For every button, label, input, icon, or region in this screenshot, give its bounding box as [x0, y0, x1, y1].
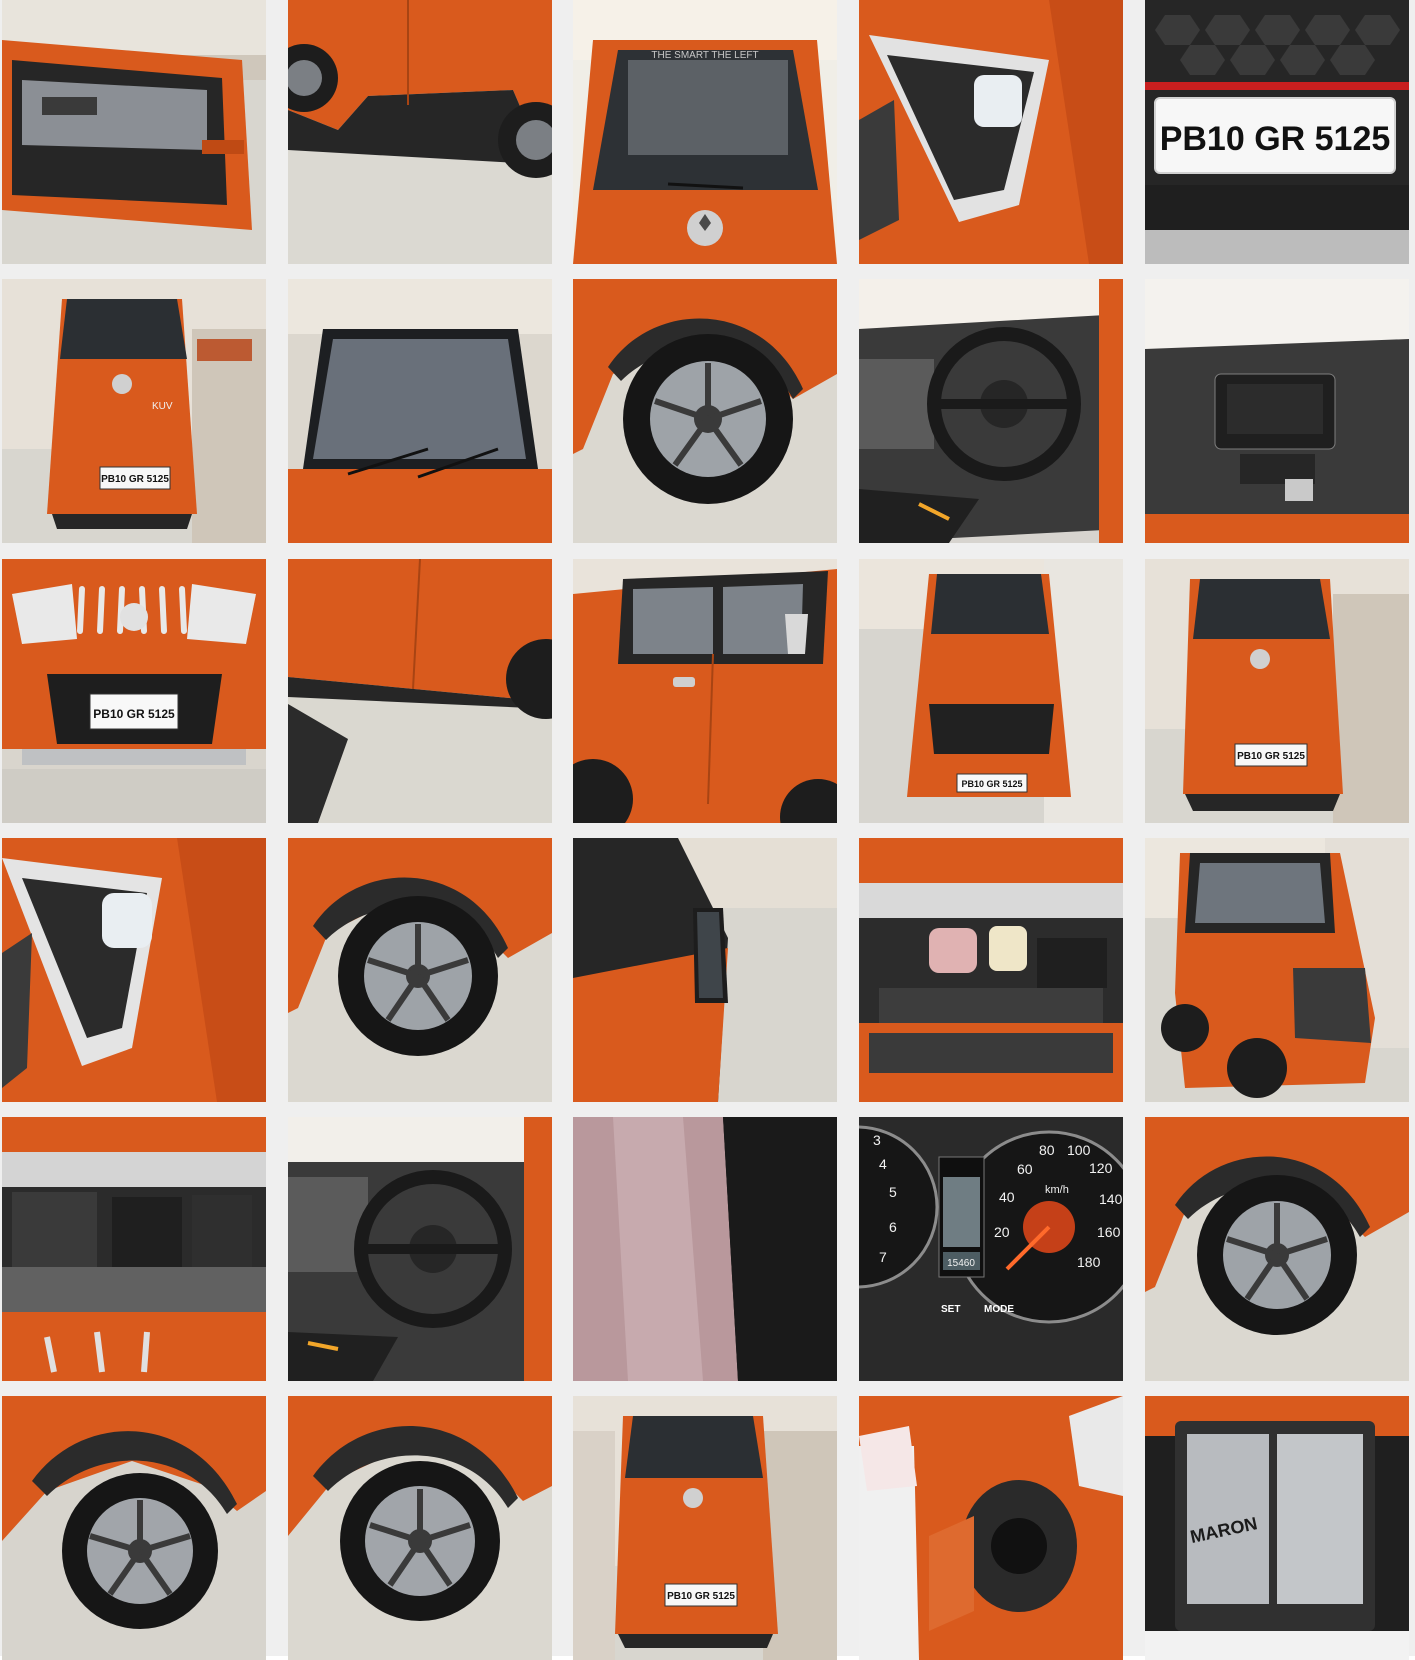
windshield-view-photo[interactable]	[288, 279, 552, 543]
side-profile-photo[interactable]	[288, 0, 552, 264]
tailgate-script-text: KUV	[152, 401, 173, 412]
speed-140: 140	[1099, 1191, 1123, 1207]
rear-glass-photo[interactable]: THE SMART THE LEFT	[573, 0, 837, 264]
wheel-arch-photo-3[interactable]	[1145, 1117, 1409, 1381]
plate-number-text-6: PB10 GR 5125	[667, 1591, 735, 1602]
plate-number-text-2: PB10 GR 5125	[101, 474, 169, 485]
door-panel-photo[interactable]	[288, 559, 552, 823]
speed-unit-text: km/h	[1045, 1184, 1069, 1196]
front-full-view-photo[interactable]: PB10 GR 5125	[859, 559, 1123, 823]
tach-6: 6	[889, 1219, 897, 1235]
set-button-label: SET	[941, 1304, 960, 1315]
mode-button-label: MODE	[984, 1304, 1014, 1315]
photo-gallery: THE SMART THE LEFT PB10 GR 5125 PB10 GR …	[0, 0, 1415, 1660]
driver-door-open-photo[interactable]	[2, 0, 266, 264]
window-sticker-text: THE SMART THE LEFT	[651, 50, 758, 61]
dashboard-console-photo[interactable]	[1145, 279, 1409, 543]
plate-number-text-4: PB10 GR 5125	[961, 779, 1022, 789]
speed-40: 40	[999, 1189, 1015, 1205]
seat-fabric-photo[interactable]	[573, 1117, 837, 1381]
instrument-cluster-photo[interactable]: 15460 3 4 5 6 7 20 40 60 80 100 120 140 …	[859, 1117, 1123, 1381]
rear-wheel-photo[interactable]	[2, 1396, 266, 1660]
front-grille-photo[interactable]: PB10 GR 5125	[2, 559, 266, 823]
fog-lamp-closeup-photo-2[interactable]	[2, 838, 266, 1102]
tach-4: 4	[879, 1156, 887, 1172]
tach-3: 3	[873, 1132, 881, 1148]
plate-number-text-5: PB10 GR 5125	[1237, 751, 1305, 762]
engine-bay-photo-1[interactable]	[859, 838, 1123, 1102]
rear-full-view-photo-2[interactable]: PB10 GR 5125	[1145, 559, 1409, 823]
wheel-arch-photo-4[interactable]	[288, 1396, 552, 1660]
rear-full-view-photo-1[interactable]: PB10 GR 5125 KUV	[2, 279, 266, 543]
speed-80: 80	[1039, 1142, 1055, 1158]
fog-lamp-closeup-photo[interactable]	[859, 0, 1123, 264]
speed-20: 20	[994, 1224, 1010, 1240]
plate-number-text-3: PB10 GR 5125	[93, 707, 175, 721]
speed-60: 60	[1017, 1161, 1033, 1177]
speed-100: 100	[1067, 1142, 1091, 1158]
wheel-arch-photo-1[interactable]	[573, 279, 837, 543]
odometer-text: 15460	[947, 1258, 975, 1269]
speed-120: 120	[1089, 1160, 1113, 1176]
three-quarter-view-photo[interactable]	[1145, 838, 1409, 1102]
fuel-lid-photo[interactable]	[859, 1396, 1123, 1660]
battery-photo[interactable]: MARON	[1145, 1396, 1409, 1660]
steering-interior-photo-1[interactable]	[859, 279, 1123, 543]
steering-interior-photo-2[interactable]	[288, 1117, 552, 1381]
speed-160: 160	[1097, 1224, 1121, 1240]
side-mirror-photo[interactable]	[573, 838, 837, 1102]
engine-bay-photo-2[interactable]	[2, 1117, 266, 1381]
number-plate-closeup-photo[interactable]: PB10 GR 5125	[1145, 0, 1409, 264]
plate-number-text: PB10 GR 5125	[1160, 120, 1391, 158]
tach-7: 7	[879, 1249, 887, 1265]
side-window-photo[interactable]	[573, 559, 837, 823]
rear-full-view-photo-3[interactable]: PB10 GR 5125	[573, 1396, 837, 1660]
tach-5: 5	[889, 1184, 897, 1200]
speed-180: 180	[1077, 1254, 1101, 1270]
wheel-arch-photo-2[interactable]	[288, 838, 552, 1102]
